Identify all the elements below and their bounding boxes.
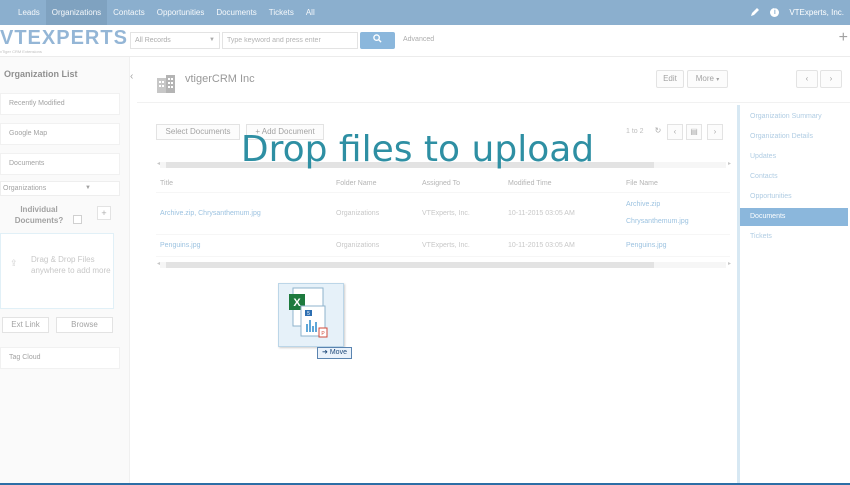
scrollbar-thumb[interactable] <box>166 262 654 268</box>
records-select-value: All Records <box>135 37 171 44</box>
move-label: Move <box>329 349 347 356</box>
search-button[interactable] <box>360 32 395 49</box>
file-link[interactable]: Archive.zip <box>626 196 730 213</box>
records-select[interactable]: All Records ▼ <box>130 32 220 49</box>
sidebar-title: Organization List <box>4 69 78 79</box>
browse-button[interactable]: Browse <box>56 317 113 333</box>
tab-leads[interactable]: Leads <box>0 0 46 25</box>
modified-cell: 10-11-2015 03:05 AM <box>504 192 622 235</box>
record-header: vtigerCRM Inc Edit More ▾ ‹ › <box>137 57 850 103</box>
related-tab-summary[interactable]: Organization Summary <box>740 108 848 126</box>
tab-all[interactable]: All <box>300 0 321 25</box>
file-dropzone[interactable]: ⇪ Drag & Drop Files anywhere to add more <box>0 233 114 309</box>
documents-table: Title Folder Name Assigned To Modified T… <box>156 176 730 257</box>
next-record-button[interactable]: › <box>820 70 842 88</box>
page-title: vtigerCRM Inc <box>185 73 255 85</box>
chevron-down-icon: ▼ <box>209 37 215 43</box>
building-icon <box>155 73 177 93</box>
previous-record-button[interactable]: ‹ <box>796 70 818 88</box>
column-header-assigned[interactable]: Assigned To <box>418 176 504 193</box>
column-header-title[interactable]: Title <box>156 176 332 193</box>
arrow-right-icon: ➜ <box>322 349 328 356</box>
upload-icon: ⇪ <box>10 258 18 268</box>
move-cursor-badge: ➜ Move <box>317 347 352 359</box>
folder-select-value: Organizations <box>3 185 47 192</box>
ext-link-button[interactable]: Ext Link <box>2 317 49 333</box>
advanced-search-link[interactable]: Advanced <box>403 36 434 43</box>
info-icon[interactable]: i <box>770 8 780 17</box>
document-title-link[interactable]: Penguins.jpg <box>156 234 332 257</box>
plus-icon[interactable]: + <box>839 29 848 47</box>
column-header-modified[interactable]: Modified Time <box>504 176 622 193</box>
chevron-down-icon: ▼ <box>85 185 91 191</box>
search-icon <box>373 34 382 45</box>
tab-documents[interactable]: Documents <box>210 0 262 25</box>
table-row[interactable]: Penguins.jpg Organizations VTExperts, In… <box>156 234 730 257</box>
related-tab-documents[interactable]: Documents <box>740 208 848 226</box>
dragged-file-icon[interactable]: X 5 P <box>278 283 344 347</box>
tab-organizations[interactable]: Organizations <box>45 0 108 25</box>
more-label: More <box>695 74 714 83</box>
tab-opportunities[interactable]: Opportunities <box>151 0 211 25</box>
document-title-link[interactable]: Archive.zip, Chrysanthemum.jpg <box>156 192 332 235</box>
horizontal-scrollbar[interactable]: ◂ ▸ <box>157 260 731 268</box>
individual-documents-checkbox[interactable] <box>73 215 82 224</box>
search-input[interactable] <box>222 32 358 49</box>
assigned-cell: VTExperts, Inc. <box>418 234 504 257</box>
svg-text:X: X <box>293 297 301 309</box>
table-header-row: Title Folder Name Assigned To Modified T… <box>156 176 730 193</box>
logo[interactable]: VTEXPERTS <box>0 27 128 50</box>
file-link[interactable]: Chrysanthemum.jpg <box>626 213 730 230</box>
column-header-filename[interactable]: File Name <box>622 176 730 193</box>
more-dropdown[interactable]: More ▾ <box>687 70 728 88</box>
logo-subtitle: vTiger CRM Extensions <box>0 49 42 54</box>
assigned-cell: VTExperts, Inc. <box>418 192 504 235</box>
scroll-left-icon[interactable]: ◂ <box>157 260 160 267</box>
drop-files-message: Drop files to upload <box>240 129 595 170</box>
table-row[interactable]: Archive.zip, Chrysanthemum.jpg Organizat… <box>156 192 730 235</box>
search-row: VTEXPERTS vTiger CRM Extensions All Reco… <box>0 25 850 57</box>
related-tab-tickets[interactable]: Tickets <box>740 228 848 246</box>
tab-tickets[interactable]: Tickets <box>263 0 300 25</box>
chevron-down-icon: ▾ <box>716 77 720 83</box>
modified-cell: 10-11-2015 03:05 AM <box>504 234 622 257</box>
top-navigation-bar: Leads Organizations Contacts Opportuniti… <box>0 0 850 25</box>
user-menu[interactable]: VTExperts, Inc. <box>789 8 844 17</box>
related-tab-contacts[interactable]: Contacts <box>740 168 848 186</box>
folder-cell: Organizations <box>332 192 418 235</box>
sidebar-item-tag-cloud[interactable]: Tag Cloud <box>0 347 120 369</box>
individual-documents-label: Individual Documents? <box>14 205 64 225</box>
collapse-sidebar-icon[interactable]: ‹ <box>130 71 133 82</box>
left-sidebar: Organization List ‹ Recently Modified Go… <box>0 57 133 485</box>
svg-text:5: 5 <box>307 311 310 317</box>
sidebar-item-recently-modified[interactable]: Recently Modified <box>0 93 120 115</box>
folder-cell: Organizations <box>332 234 418 257</box>
add-folder-button[interactable]: + <box>97 206 111 220</box>
scroll-right-icon[interactable]: ▸ <box>728 260 731 267</box>
related-tab-opportunities[interactable]: Opportunities <box>740 188 848 206</box>
pencil-icon[interactable] <box>750 7 760 19</box>
file-link[interactable]: Penguins.jpg <box>622 234 730 257</box>
dropzone-text: Drag & Drop Files anywhere to add more <box>31 255 111 275</box>
column-header-folder[interactable]: Folder Name <box>332 176 418 193</box>
edit-button[interactable]: Edit <box>656 70 684 88</box>
tab-contacts[interactable]: Contacts <box>107 0 151 25</box>
folder-select[interactable]: Organizations ▼ <box>0 181 120 196</box>
